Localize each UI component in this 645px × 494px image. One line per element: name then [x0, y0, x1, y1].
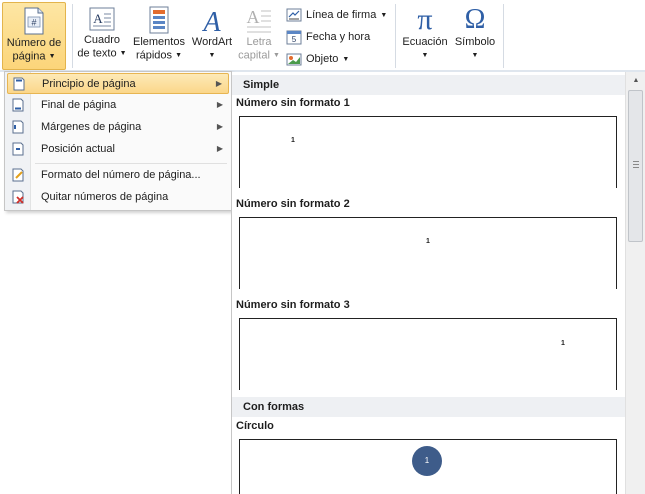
text-box-label-2: de texto — [77, 47, 117, 60]
gallery-item-name: Número sin formato 1 — [236, 97, 350, 109]
svg-text:A: A — [201, 7, 221, 34]
page-number-label-2: página — [12, 50, 46, 63]
group-separator — [503, 4, 504, 68]
menu-item-label: Principio de página — [42, 78, 136, 90]
group-separator — [72, 4, 73, 68]
drop-cap-icon: A — [247, 7, 271, 33]
svg-text:A: A — [93, 11, 103, 26]
gallery-scrollbar[interactable]: ▲ — [625, 72, 645, 494]
menu-item-label: Quitar números de página — [41, 191, 169, 203]
gallery-item-name: Círculo — [236, 420, 274, 432]
format-page-number-icon — [12, 168, 24, 182]
chevron-down-icon: ▼ — [119, 50, 127, 57]
menu-item-format-page-numbers[interactable]: Formato del número de página... — [7, 165, 229, 186]
wordart-label: WordArt — [191, 36, 233, 48]
quick-parts-label-1: Elementos — [133, 36, 185, 48]
signature-line-button[interactable]: Línea de firma ▼ — [286, 5, 387, 25]
wordart-button[interactable]: A WordArt ▼ — [189, 2, 235, 70]
date-time-label: Fecha y hora — [306, 31, 371, 43]
menu-item-label: Posición actual — [41, 143, 115, 155]
chevron-down-icon: ▼ — [48, 53, 56, 60]
grip-icon — [633, 161, 639, 168]
omega-icon: Ω — [464, 4, 486, 35]
text-box-button[interactable]: A Cuadro de texto ▼ — [76, 2, 128, 70]
gallery-section-header: Con formas — [232, 397, 625, 417]
menu-item-label: Márgenes de página — [41, 121, 142, 133]
page-top-icon — [13, 77, 25, 91]
page-number-button[interactable]: # Número de página ▼ — [2, 2, 66, 70]
current-position-icon — [12, 142, 24, 156]
drop-cap-label-1: Letra — [246, 36, 272, 48]
page-bottom-icon — [12, 98, 24, 112]
group-separator — [395, 4, 396, 68]
chevron-down-icon: ▼ — [342, 55, 350, 63]
submenu-arrow-icon: ▶ — [216, 100, 223, 109]
gallery-item-name: Número sin formato 2 — [236, 198, 350, 210]
object-icon — [286, 53, 302, 66]
equation-button[interactable]: π Ecuación ▼ — [399, 2, 451, 70]
ribbon: # Número de página ▼ A Cuadro de texto ▼… — [0, 0, 645, 72]
page-number-preview: 1 — [561, 340, 565, 347]
gallery-item-plain-number-2[interactable]: 1 — [239, 217, 617, 289]
text-box-icon: A — [89, 7, 115, 31]
page-margins-icon — [12, 120, 24, 134]
svg-text:5: 5 — [292, 35, 297, 44]
gallery-item-plain-number-1[interactable]: 1 — [239, 116, 617, 188]
signature-line-label: Línea de firma — [306, 9, 377, 21]
menu-separator — [35, 163, 227, 164]
drop-cap-label-2: capital — [238, 49, 270, 62]
svg-text:A: A — [247, 7, 260, 27]
remove-page-numbers-icon — [12, 190, 24, 204]
quick-parts-button[interactable]: Elementos rápidos ▼ — [130, 2, 188, 70]
page-number-gallery: Simple Número sin formato 1 1 Número sin… — [231, 72, 645, 494]
page-number-label-1: Número de — [6, 37, 62, 49]
svg-text:#: # — [31, 18, 36, 28]
chevron-down-icon: ▼ — [208, 52, 216, 59]
quick-parts-icon — [149, 6, 169, 34]
chevron-down-icon: ▼ — [421, 52, 429, 59]
object-label: Objeto — [306, 53, 339, 65]
menu-item-label: Formato del número de página... — [41, 169, 201, 181]
menu-item-bottom-of-page[interactable]: Final de página ▶ — [7, 95, 229, 116]
gallery-item-name: Número sin formato 3 — [236, 299, 350, 311]
symbol-label: Símbolo — [454, 36, 496, 48]
gallery-item-circle[interactable]: 1 — [239, 439, 617, 494]
gallery-item-plain-number-3[interactable]: 1 — [239, 318, 617, 390]
date-time-button[interactable]: 5 Fecha y hora — [286, 27, 370, 47]
chevron-down-icon: ▼ — [471, 52, 479, 59]
page-number-preview: 1 — [291, 137, 295, 144]
page-number-menu: Principio de página ▶ Final de página ▶ … — [4, 71, 232, 211]
pi-icon: π — [417, 3, 433, 36]
object-button[interactable]: Objeto ▼ — [286, 49, 349, 69]
scroll-up-icon[interactable]: ▲ — [629, 74, 643, 88]
submenu-arrow-icon: ▶ — [215, 79, 222, 88]
menu-item-current-position[interactable]: Posición actual ▶ — [7, 139, 229, 160]
symbol-button[interactable]: Ω Símbolo ▼ — [452, 2, 498, 70]
text-box-label-1: Cuadro — [83, 34, 121, 46]
chevron-down-icon: ▼ — [380, 11, 388, 19]
menu-item-label: Final de página — [41, 99, 117, 111]
chevron-down-icon: ▼ — [272, 52, 280, 59]
chevron-down-icon: ▼ — [175, 52, 183, 59]
calendar-icon: 5 — [286, 30, 302, 45]
drop-cap-button[interactable]: A Letra capital ▼ — [237, 2, 281, 70]
gallery-section-header: Simple — [232, 75, 625, 95]
menu-item-remove-page-numbers[interactable]: Quitar números de página — [7, 187, 229, 208]
signature-line-icon — [286, 8, 302, 22]
equation-label: Ecuación — [402, 36, 448, 48]
wordart-icon: A — [201, 7, 221, 34]
circle-page-number-preview: 1 — [412, 446, 442, 476]
page-number-icon: # — [24, 7, 44, 35]
menu-item-page-margins[interactable]: Márgenes de página ▶ — [7, 117, 229, 138]
submenu-arrow-icon: ▶ — [216, 144, 223, 153]
submenu-arrow-icon: ▶ — [216, 122, 223, 131]
scrollbar-thumb[interactable] — [628, 90, 643, 242]
quick-parts-label-2: rápidos — [135, 49, 173, 62]
menu-item-top-of-page[interactable]: Principio de página ▶ — [7, 73, 229, 94]
page-number-preview: 1 — [426, 238, 430, 245]
